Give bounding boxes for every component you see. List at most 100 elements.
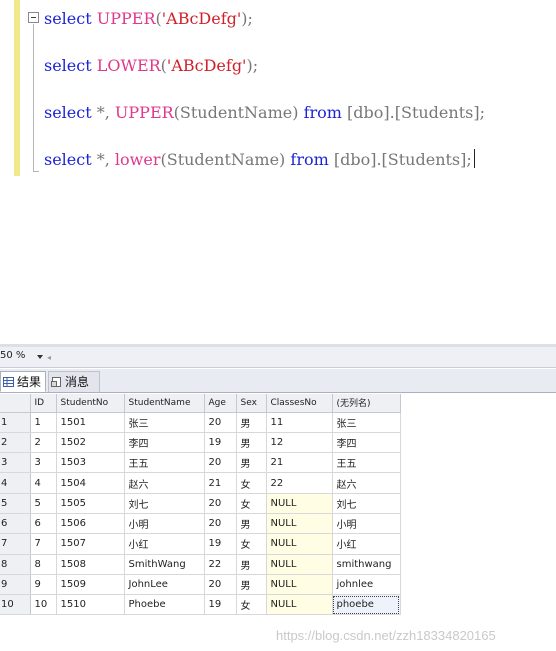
table-cell[interactable]: 女: [236, 594, 267, 616]
table-row[interactable]: 1 1 1501 张三 20 男 11 张三: [0, 412, 401, 433]
table-row[interactable]: 2 2 1502 李四 19 男 12 李四: [0, 432, 401, 454]
table-cell[interactable]: 小红: [332, 533, 401, 555]
table-row[interactable]: 10 10 1510 Phoebe 19 女 NULL phoebe: [0, 594, 401, 616]
table-cell[interactable]: 女: [236, 472, 267, 494]
column-header[interactable]: StudentName: [124, 394, 205, 413]
zoom-dropdown-icon[interactable]: [37, 355, 43, 359]
table-cell[interactable]: 1502: [56, 432, 125, 454]
column-header[interactable]: Sex: [236, 394, 267, 413]
table-row[interactable]: 7 7 1507 小红 19 女 NULL 小红: [0, 533, 401, 555]
table-cell[interactable]: 1: [30, 412, 57, 433]
table-cell[interactable]: phoebe: [332, 594, 401, 616]
table-cell[interactable]: 刘七: [124, 493, 205, 514]
table-cell[interactable]: 20: [204, 574, 237, 596]
table-cell[interactable]: 小明: [124, 513, 205, 535]
row-number[interactable]: 6: [0, 513, 31, 535]
table-cell[interactable]: 21: [266, 452, 333, 474]
tab-results[interactable]: 结果: [0, 371, 46, 392]
table-cell[interactable]: NULL: [266, 554, 333, 575]
row-number[interactable]: 7: [0, 533, 31, 555]
table-cell[interactable]: 19: [204, 432, 237, 454]
table-cell[interactable]: 20: [204, 452, 237, 474]
table-cell[interactable]: 3: [30, 452, 57, 474]
table-cell[interactable]: 19: [204, 594, 237, 616]
code-line-3[interactable]: select *, UPPER(StudentName) from [dbo].…: [44, 102, 485, 124]
table-cell[interactable]: 1501: [56, 412, 125, 433]
table-cell[interactable]: 男: [236, 513, 267, 535]
table-cell[interactable]: 女: [236, 533, 267, 555]
table-row[interactable]: 9 9 1509 JohnLee 20 男 NULL johnlee: [0, 574, 401, 596]
table-cell[interactable]: 张三: [332, 412, 401, 433]
table-cell[interactable]: 5: [30, 493, 57, 514]
row-number[interactable]: 10: [0, 594, 31, 616]
table-row[interactable]: 8 8 1508 SmithWang 22 男 NULL smithwang: [0, 554, 401, 575]
table-row[interactable]: 4 4 1504 赵六 21 女 22 赵六: [0, 472, 401, 494]
table-cell[interactable]: 1509: [56, 574, 125, 596]
table-cell[interactable]: 8: [30, 554, 57, 575]
table-cell[interactable]: 女: [236, 493, 267, 514]
scroll-left-icon[interactable]: ◂: [47, 353, 51, 362]
column-header[interactable]: Age: [204, 394, 237, 413]
table-cell[interactable]: 7: [30, 533, 57, 555]
collapse-region-icon[interactable]: [28, 12, 39, 23]
row-number[interactable]: 3: [0, 452, 31, 474]
table-cell[interactable]: 1508: [56, 554, 125, 575]
table-cell[interactable]: 李四: [124, 432, 205, 454]
table-cell[interactable]: 男: [236, 452, 267, 474]
table-cell[interactable]: 刘七: [332, 493, 401, 514]
table-cell[interactable]: 1503: [56, 452, 125, 474]
code-line-1[interactable]: select UPPER('ABcDefg');: [44, 8, 253, 30]
row-number[interactable]: 8: [0, 554, 31, 575]
query-editor[interactable]: select UPPER('ABcDefg'); select LOWER('A…: [0, 0, 556, 344]
table-cell[interactable]: 1505: [56, 493, 125, 514]
table-cell[interactable]: 9: [30, 574, 57, 596]
table-cell[interactable]: 2: [30, 432, 57, 454]
table-cell[interactable]: 20: [204, 513, 237, 535]
table-cell[interactable]: 男: [236, 412, 267, 433]
table-cell[interactable]: 小明: [332, 513, 401, 535]
table-cell[interactable]: 1507: [56, 533, 125, 555]
column-header[interactable]: ID: [30, 394, 57, 413]
table-cell[interactable]: 22: [204, 554, 237, 575]
zoom-value[interactable]: 50 %: [0, 350, 25, 361]
row-number[interactable]: 4: [0, 472, 31, 494]
table-cell[interactable]: 李四: [332, 432, 401, 454]
table-cell[interactable]: 张三: [124, 412, 205, 433]
column-header[interactable]: ClassesNo: [266, 394, 333, 413]
table-row[interactable]: 5 5 1505 刘七 20 女 NULL 刘七: [0, 493, 401, 514]
table-cell[interactable]: 王五: [124, 452, 205, 474]
code-line-4[interactable]: select *, lower(StudentName) from [dbo].…: [44, 149, 475, 171]
table-cell[interactable]: 19: [204, 533, 237, 555]
code-line-2[interactable]: select LOWER('ABcDefg');: [44, 55, 258, 77]
table-cell[interactable]: 小红: [124, 533, 205, 555]
table-cell[interactable]: 1504: [56, 472, 125, 494]
column-header[interactable]: StudentNo: [56, 394, 125, 413]
table-cell[interactable]: 4: [30, 472, 57, 494]
table-cell[interactable]: 22: [266, 472, 333, 494]
row-number[interactable]: 2: [0, 432, 31, 454]
table-cell[interactable]: 1506: [56, 513, 125, 535]
table-cell[interactable]: 20: [204, 493, 237, 514]
row-number[interactable]: 9: [0, 574, 31, 596]
table-cell[interactable]: NULL: [266, 493, 333, 514]
table-cell[interactable]: smithwang: [332, 554, 401, 575]
table-cell[interactable]: 男: [236, 432, 267, 454]
table-row[interactable]: 3 3 1503 王五 20 男 21 王五: [0, 452, 401, 474]
table-cell[interactable]: NULL: [266, 574, 333, 596]
table-cell[interactable]: 男: [236, 574, 267, 596]
tab-messages[interactable]: 消息: [48, 371, 100, 392]
table-cell[interactable]: 男: [236, 554, 267, 575]
row-number[interactable]: 1: [0, 412, 31, 433]
table-cell[interactable]: JohnLee: [124, 574, 205, 596]
table-cell[interactable]: 1510: [56, 594, 125, 616]
table-cell[interactable]: 王五: [332, 452, 401, 474]
table-cell[interactable]: 赵六: [332, 472, 401, 494]
table-cell[interactable]: 21: [204, 472, 237, 494]
table-cell[interactable]: Phoebe: [124, 594, 205, 616]
table-cell[interactable]: 6: [30, 513, 57, 535]
table-cell[interactable]: 赵六: [124, 472, 205, 494]
results-grid[interactable]: ID StudentNo StudentName Age Sex ClassesNo (无列…: [0, 394, 556, 651]
table-cell[interactable]: NULL: [266, 513, 333, 535]
table-cell[interactable]: johnlee: [332, 574, 401, 596]
row-number[interactable]: 5: [0, 493, 31, 514]
